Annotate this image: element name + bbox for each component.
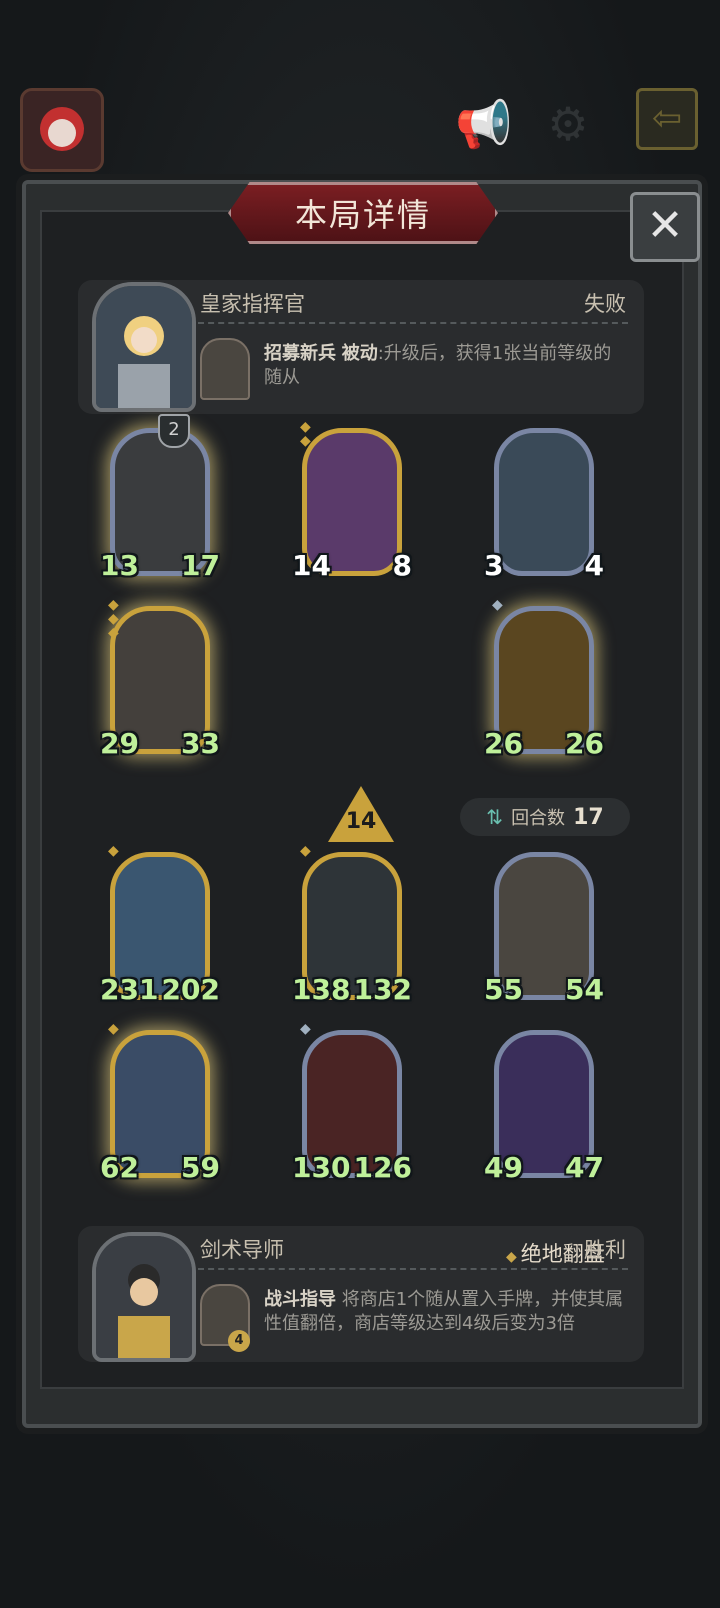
star-icon: ◆	[108, 1021, 119, 1037]
rounds-label: 回合数	[511, 808, 566, 829]
card-attack: 55	[484, 973, 523, 1006]
card-attack: 29	[100, 727, 139, 760]
card-attack: 231	[100, 973, 159, 1006]
minion-card[interactable]: 2 13 17	[100, 414, 220, 582]
gear-icon[interactable]: ⚙	[536, 92, 600, 156]
card-attack: 62	[100, 1151, 139, 1184]
card-attack: 13	[100, 549, 139, 582]
player-skill-text: 战斗指导 将商店1个随从置入手牌，并使其属性值翻倍，商店等级达到4级后变为3倍	[264, 1288, 628, 1336]
skill-cost-badge: 4	[228, 1330, 250, 1352]
player-avatar[interactable]	[20, 88, 104, 172]
opponent-hero-portrait	[92, 282, 196, 412]
card-health: 132	[353, 973, 412, 1006]
opponent-skill-type: 被动	[341, 343, 378, 364]
minion-card[interactable]: ◆ 26 26	[484, 598, 604, 760]
player-skill-name: 战斗指导	[264, 1289, 336, 1310]
minion-card[interactable]: ◆ 138 132	[292, 844, 412, 1006]
card-health: 26	[565, 727, 604, 760]
tier-badge: 2	[158, 414, 190, 448]
player-hero-portrait	[92, 1232, 196, 1362]
divider	[198, 1268, 628, 1270]
card-health: 59	[181, 1151, 220, 1184]
card-attack: 138	[292, 973, 351, 1006]
card-health: 47	[565, 1151, 604, 1184]
card-attack: 49	[484, 1151, 523, 1184]
card-frame	[494, 428, 594, 576]
card-attack: 14	[292, 549, 331, 582]
rounds-counter: ⇅ 回合数 17	[460, 798, 630, 836]
minion-card[interactable]: 49 47	[484, 1030, 604, 1184]
card-health: 54	[565, 973, 604, 1006]
close-button[interactable]: ✕	[630, 192, 700, 262]
star-icon: ◆	[492, 597, 503, 613]
card-health: 17	[181, 549, 220, 582]
player-hero-box: 剑术导师 ◆ 绝地翻盘 胜利 4 战斗指导 将商店1个随从置入手牌，并使其属性值翻…	[78, 1226, 644, 1362]
opponent-skill-icon	[200, 338, 250, 400]
exit-icon[interactable]: ⇦	[636, 88, 698, 150]
announcement-icon[interactable]: 📢	[452, 92, 516, 156]
diamond-icon: ◆	[506, 1249, 517, 1265]
player-hero-name: 剑术导师	[200, 1238, 284, 1262]
divider	[198, 322, 628, 324]
opponent-skill-name: 招募新兵	[264, 343, 336, 364]
player-result: 胜利	[584, 1238, 626, 1262]
star-icon: ◆	[300, 843, 311, 859]
opponent-hero-box: 皇家指挥官 失败 招募新兵 被动:升级后，获得1张当前等级的随从	[78, 280, 644, 414]
card-health: 4	[567, 549, 604, 582]
opponent-skill-text: 招募新兵 被动:升级后，获得1张当前等级的随从	[264, 342, 628, 390]
card-attack: 26	[484, 727, 523, 760]
card-attack: 130	[292, 1151, 351, 1184]
minion-card[interactable]: ◆ 130 126	[292, 1022, 412, 1184]
star-icon: ◆ ◆ ◆	[108, 597, 119, 641]
opponent-hero-name: 皇家指挥官	[200, 292, 305, 316]
card-health: 202	[161, 973, 220, 1006]
minion-card[interactable]: ◆ 231 202	[100, 844, 220, 1006]
minion-card[interactable]: ◆ 62 59	[100, 1022, 220, 1184]
star-icon: ◆ ◆	[300, 419, 311, 449]
close-icon: ✕	[646, 200, 684, 251]
rounds-value: 17	[573, 804, 604, 830]
star-icon: ◆	[108, 843, 119, 859]
minion-card[interactable]: 3 4	[484, 428, 604, 582]
minion-card[interactable]: ◆ ◆ 14 8	[292, 420, 412, 582]
swap-icon: ⇅	[486, 805, 504, 829]
card-health: 33	[181, 727, 220, 760]
panel-title: 本局详情	[228, 182, 498, 244]
card-health: 126	[353, 1151, 412, 1184]
card-health: 8	[375, 549, 412, 582]
minion-card[interactable]: 55 54	[484, 852, 604, 1006]
top-bar: 📢 ⚙ ⇦	[0, 80, 720, 172]
minion-card[interactable]: ◆ ◆ ◆ 29 33	[100, 598, 220, 760]
star-icon: ◆	[300, 1021, 311, 1037]
opponent-result: 失败	[584, 292, 626, 316]
card-attack: 3	[484, 549, 521, 582]
